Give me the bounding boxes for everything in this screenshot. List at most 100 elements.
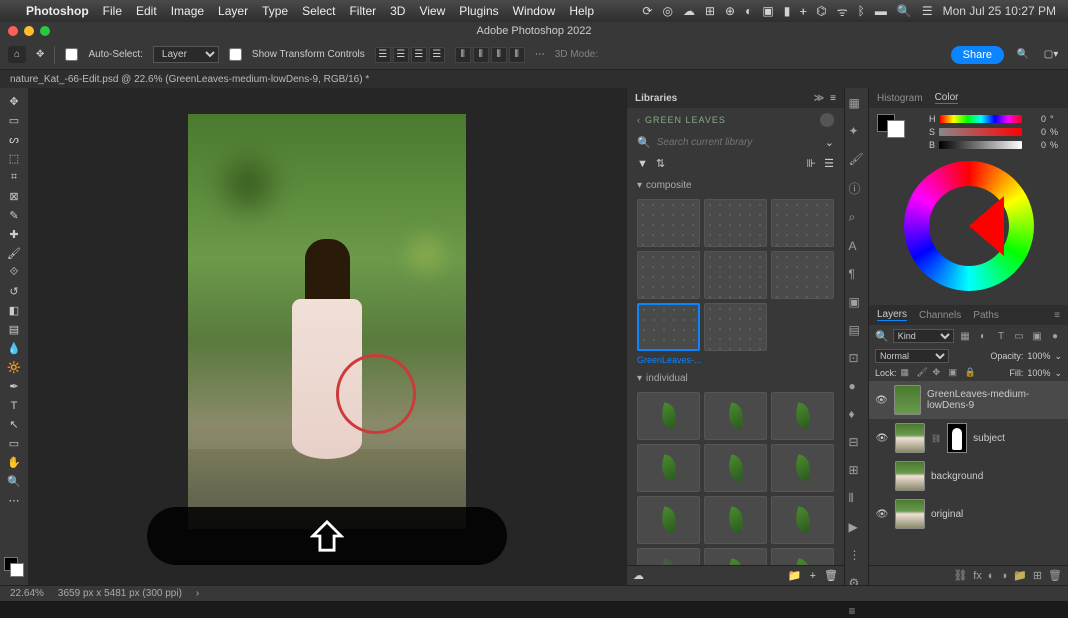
background-swatch[interactable] <box>10 563 24 577</box>
library-asset-thumb[interactable] <box>637 251 700 299</box>
menu-filter[interactable]: Filter <box>349 4 376 18</box>
menu-plugins[interactable]: Plugins <box>459 4 498 18</box>
delete-layer-icon[interactable]: 🗑 <box>1048 569 1062 582</box>
new-layer-icon[interactable]: ⊞ <box>1033 569 1042 582</box>
library-asset-thumb[interactable] <box>704 251 767 299</box>
menu-window[interactable]: Window <box>513 4 556 18</box>
align-right-icon[interactable]: ☰ <box>411 47 427 63</box>
layer-name[interactable]: original <box>931 509 963 520</box>
hue-slider[interactable]: H 0 ° <box>929 114 1060 124</box>
panel-menu-icon[interactable]: ≡ <box>830 93 836 104</box>
dodge-tool[interactable]: 🔆 <box>0 358 28 377</box>
document-dimensions[interactable]: 3659 px x 5481 px (300 ppi) <box>58 588 182 599</box>
menu-edit[interactable]: Edit <box>136 4 157 18</box>
menu-view[interactable]: View <box>419 4 445 18</box>
distribute-icon[interactable]: ⫴ <box>491 47 507 63</box>
auto-select-checkbox[interactable] <box>65 48 78 61</box>
object-select-tool[interactable]: ⬚ <box>0 149 28 168</box>
more-options-icon[interactable]: ⋯ <box>535 49 545 60</box>
panel-icon[interactable]: ⊟ <box>849 435 865 449</box>
library-asset-thumb[interactable] <box>771 199 834 247</box>
panel-icon[interactable]: ⌕ <box>849 210 865 225</box>
panel-swatches[interactable] <box>877 114 905 147</box>
filter-pixel-icon[interactable]: ▦ <box>958 329 972 343</box>
library-asset-thumb-selected[interactable] <box>637 303 700 351</box>
search-icon[interactable]: 🔍 <box>875 330 889 343</box>
layer-name[interactable]: GreenLeaves-medium-lowDens-9 <box>927 389 1062 411</box>
visibility-toggle-icon[interactable]: 👁 <box>875 509 889 520</box>
frame-tool[interactable]: ⊠ <box>0 187 28 206</box>
zoom-button[interactable] <box>40 26 50 36</box>
menubar-extra-icon[interactable]: ◎ <box>662 4 672 18</box>
workspace-switcher-icon[interactable]: ▢▾ <box>1042 46 1060 64</box>
hand-tool[interactable]: ✋ <box>0 453 28 472</box>
opacity-value[interactable]: 100% <box>1027 351 1050 361</box>
user-avatar-icon[interactable] <box>820 113 834 127</box>
panel-icon[interactable]: ⊞ <box>849 463 865 477</box>
group-icon[interactable]: 📁 <box>1013 569 1027 582</box>
filter-icon[interactable]: ▼ <box>637 158 648 170</box>
home-button[interactable]: ⌂ <box>8 46 26 63</box>
tab-histogram[interactable]: Histogram <box>877 93 923 104</box>
distribute-icon[interactable]: ⫴ <box>455 47 471 63</box>
color-wheel[interactable] <box>904 161 1034 291</box>
control-center-icon[interactable]: ☰ <box>922 4 933 18</box>
dropdown-chevron-icon[interactable]: ⌄ <box>1054 351 1062 362</box>
filter-shape-icon[interactable]: ▭ <box>1012 329 1026 343</box>
panel-icon[interactable]: ✦ <box>849 124 865 138</box>
app-menu[interactable]: Photoshop <box>26 4 89 18</box>
color-swatches[interactable] <box>0 553 28 581</box>
tab-channels[interactable]: Channels <box>919 310 961 321</box>
menubar-extra-icon[interactable]: ᚐ <box>800 4 806 18</box>
align-center-icon[interactable]: ☰ <box>393 47 409 63</box>
layer-row[interactable]: 👁 ⛓ subject <box>869 419 1068 457</box>
panel-icon[interactable]: ♦ <box>849 407 865 421</box>
adjustment-layer-icon[interactable]: ◑ <box>1000 570 1007 582</box>
sync-icon[interactable]: ☁ <box>633 569 644 582</box>
panel-icon[interactable]: ▤ <box>849 323 865 337</box>
menubar-extra-icon[interactable]: ▮ <box>784 4 791 18</box>
layer-thumbnail[interactable] <box>894 385 921 415</box>
dropdown-chevron-icon[interactable]: ⌄ <box>825 136 834 149</box>
panel-menu-icon[interactable]: ≡ <box>1054 310 1060 321</box>
document-tab[interactable]: nature_Kat_-66-Edit.psd @ 22.6% (GreenLe… <box>0 70 1068 88</box>
panel-icon[interactable]: ⦀ <box>849 491 865 506</box>
lock-transparency-icon[interactable]: ▦ <box>901 367 913 379</box>
mask-link-icon[interactable]: ⛓ <box>931 434 941 443</box>
library-asset-thumb[interactable] <box>704 548 767 565</box>
tab-color[interactable]: Color <box>935 92 959 104</box>
eyedropper-tool[interactable]: ✎ <box>0 206 28 225</box>
panel-icon[interactable]: ⋮ <box>849 548 865 562</box>
status-chevron-icon[interactable]: › <box>196 588 199 599</box>
back-chevron-icon[interactable]: ‹ <box>637 115 641 125</box>
trash-icon[interactable]: 🗑 <box>824 569 838 582</box>
add-icon[interactable]: + <box>810 570 816 582</box>
library-asset-thumb[interactable] <box>637 199 700 247</box>
brightness-slider[interactable]: B 0 % <box>929 140 1060 150</box>
layer-name[interactable]: background <box>931 471 983 482</box>
wifi-icon[interactable]: ᯤ <box>837 3 848 20</box>
saturation-slider[interactable]: S 0 % <box>929 127 1060 137</box>
battery-icon[interactable]: ▬ <box>875 4 887 18</box>
layer-mask-thumbnail[interactable] <box>947 423 967 453</box>
panel-icon[interactable]: ≡ <box>849 604 865 618</box>
edit-toolbar[interactable]: ⋯ <box>0 491 28 510</box>
library-asset-thumb[interactable] <box>704 444 767 492</box>
menubar-extra-icon[interactable]: ⊕ <box>725 4 735 18</box>
visibility-toggle-icon[interactable]: 👁 <box>875 433 889 444</box>
menubar-extra-icon[interactable]: ◐ <box>745 4 752 18</box>
path-select-tool[interactable]: ↖ <box>0 415 28 434</box>
library-asset-thumb[interactable] <box>771 251 834 299</box>
lock-pixels-icon[interactable]: 🖌 <box>917 367 929 379</box>
library-breadcrumb[interactable]: ‹ GREEN LEAVES <box>627 108 844 132</box>
library-asset-thumb[interactable] <box>637 392 700 440</box>
menu-type[interactable]: Type <box>262 4 288 18</box>
folder-icon[interactable]: 📁 <box>788 569 802 582</box>
view-list-icon[interactable]: ☰ <box>824 157 834 170</box>
lock-all-icon[interactable]: 🔒 <box>965 367 977 379</box>
sort-icon[interactable]: ⇅ <box>656 157 665 170</box>
library-asset-thumb[interactable] <box>771 392 834 440</box>
move-tool-icon[interactable]: ✥ <box>36 49 44 60</box>
fill-value[interactable]: 100% <box>1027 368 1050 378</box>
gradient-tool[interactable]: ▤ <box>0 320 28 339</box>
